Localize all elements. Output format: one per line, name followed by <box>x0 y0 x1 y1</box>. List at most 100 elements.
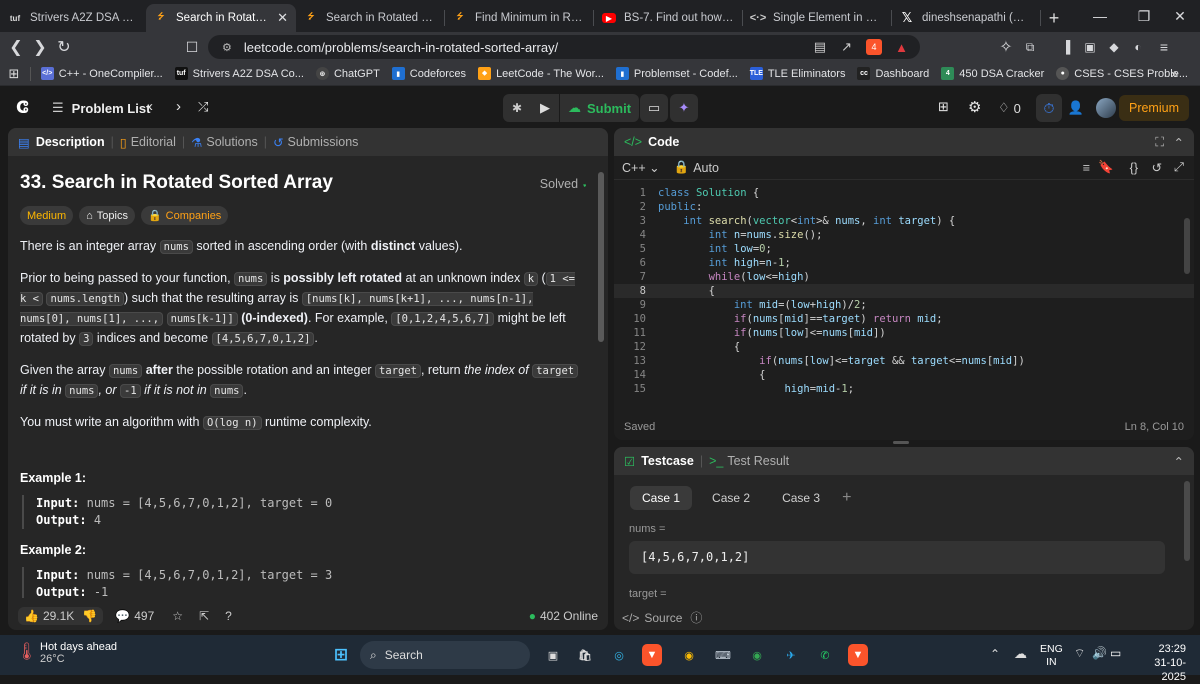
browser-tab[interactable]: ▶ BS-7. Find out how many t <box>594 4 742 32</box>
tab-editorial[interactable]: Editorial <box>131 135 176 149</box>
wallet-icon[interactable]: ▣ <box>1078 35 1102 59</box>
telegram-icon[interactable]: ✈ <box>778 643 804 667</box>
code-editor[interactable]: 1 class Solution { 2 public: 3 int search(… <box>614 180 1194 396</box>
thumbs-down-icon[interactable]: 👎 <box>82 609 97 623</box>
prev-problem-icon[interactable]: ‹ <box>148 98 153 115</box>
like-button[interactable]: 👍 29.1K 👎 <box>18 607 104 625</box>
weather-widget[interactable]: 🌡 Hot days ahead 26°C <box>16 641 117 665</box>
keyboard-icon[interactable]: ⌨ <box>710 643 736 667</box>
share-icon[interactable]: ⇱ <box>199 609 209 623</box>
comments-button[interactable]: 💬 497 <box>115 609 154 623</box>
windows-start-icon[interactable]: ⊞ <box>328 643 354 667</box>
bookmark-item[interactable]: </> C++ - OneCompiler... <box>40 67 163 80</box>
leo-icon[interactable]: ◐ <box>1126 35 1150 59</box>
bookmark-item[interactable]: TLE TLE Eliminators <box>750 67 845 80</box>
share-icon[interactable]: ↗ <box>841 39 852 55</box>
layout-icon[interactable]: ⊞ <box>938 99 949 115</box>
streak-counter[interactable]: ♢ 0 <box>998 100 1021 116</box>
case-tab[interactable]: Case 2 <box>700 486 762 510</box>
store-icon[interactable]: 🛍 <box>572 643 598 667</box>
cloud-icon[interactable]: ☁ <box>1014 646 1027 662</box>
bookmark-icon[interactable]: ☐ <box>180 35 204 59</box>
chevron-up-icon[interactable]: ⌃ <box>990 647 1000 661</box>
minimize-icon[interactable]: — <box>1078 0 1122 32</box>
bookmark-item[interactable]: ● CSES - CSES Proble... <box>1056 67 1188 80</box>
companies-chip[interactable]: 🔒 Companies <box>140 206 229 225</box>
help-icon[interactable]: ⓘ <box>690 609 702 626</box>
screenshot-icon[interactable]: ⧉ <box>1018 35 1042 59</box>
tab-submissions[interactable]: Submissions <box>288 135 359 149</box>
apps-icon[interactable]: ⊞ <box>0 66 28 82</box>
run-icon[interactable]: ▶ <box>531 100 559 116</box>
browser-tab[interactable]: ⭍ Find Minimum in Rotated <box>445 4 593 32</box>
bookmark-item[interactable]: ▮ Codeforces <box>391 67 466 80</box>
reload-icon[interactable]: ↻ <box>52 35 76 59</box>
ai-sparkle-icon[interactable]: ✦ <box>670 94 698 122</box>
submit-button[interactable]: ☁ Submit <box>559 94 639 122</box>
testcase-scrollbar[interactable] <box>1184 481 1190 561</box>
brave-icon[interactable]: ▼ <box>642 644 662 666</box>
debug-icon[interactable]: ✱ <box>503 101 531 115</box>
bookmark-item[interactable]: ⬥ LeetCode - The Wor... <box>478 67 604 80</box>
reset-icon[interactable]: ↺ <box>1152 160 1162 175</box>
taskbar-search[interactable]: ⌕ Search <box>360 641 530 669</box>
bookmark-item[interactable]: ⊛ ChatGPT <box>315 67 380 80</box>
bookmark-item[interactable]: cc Dashboard <box>857 67 929 80</box>
site-info-icon[interactable]: ⚙ <box>222 41 232 54</box>
timer-icon[interactable]: ⏱ <box>1036 94 1062 122</box>
language-indicator[interactable]: ENG IN <box>1040 643 1063 669</box>
braces-icon[interactable]: {} <box>1130 161 1138 175</box>
reader-mode-icon[interactable]: ▤ <box>814 39 826 55</box>
browser-tab-active[interactable]: ⭍ Search in Rotated Sort ✕ <box>146 4 296 32</box>
browser-tab[interactable]: ⭍ Search in Rotated Sorted / <box>296 4 444 32</box>
tab-solutions[interactable]: Solutions <box>206 135 257 149</box>
bookmark-item[interactable]: 4 450 DSA Cracker <box>941 67 1044 80</box>
url-bar[interactable]: ⚙ leetcode.com/problems/search-in-rotate… <box>208 35 920 59</box>
menu-icon[interactable]: ≡ <box>1152 35 1176 59</box>
brave-active-icon[interactable]: ▼ <box>848 644 868 666</box>
leetcode-logo-icon[interactable]: ⵛ <box>16 98 28 118</box>
browser-tab[interactable]: tuf Strivers A2Z DSA Course/S <box>0 4 146 32</box>
tab-description[interactable]: Description <box>36 135 105 149</box>
help-icon[interactable]: ? <box>225 609 232 623</box>
panel-resize-handle[interactable] <box>893 441 909 444</box>
close-window-icon[interactable]: ✕ <box>1160 0 1200 32</box>
clock[interactable]: 23:29 31-10-2025 <box>1134 642 1186 684</box>
nums-input[interactable]: [4,5,6,7,0,1,2] <box>629 541 1165 574</box>
notes-icon[interactable]: ▭ <box>640 94 668 122</box>
new-tab-button[interactable]: + <box>1041 4 1067 32</box>
scrollbar[interactable] <box>598 172 604 342</box>
more-bookmarks-icon[interactable]: » <box>1171 66 1178 81</box>
maximize-icon[interactable]: ⛶ <box>1155 135 1164 150</box>
add-user-icon[interactable]: 👤 <box>1064 94 1088 122</box>
brave-rewards-icon[interactable]: ▲ <box>895 40 908 55</box>
forward-icon[interactable]: ❯ <box>28 35 52 59</box>
vpn-icon[interactable]: ◆ <box>1102 35 1126 59</box>
problem-list-button[interactable]: ☰ Problem List <box>52 100 150 116</box>
battery-icon[interactable]: ▭ <box>1110 646 1121 660</box>
format-icon[interactable]: ≡ <box>1083 161 1090 175</box>
browser-tab[interactable]: 𝕏 dineshsenapathi (@dsena <box>892 4 1040 32</box>
case-tab[interactable]: Case 3 <box>770 486 832 510</box>
extensions-icon[interactable]: ✧ <box>994 35 1018 59</box>
language-select[interactable]: C++ ⌄ <box>622 160 660 175</box>
wifi-icon[interactable]: ⌔ <box>1074 646 1085 661</box>
back-icon[interactable]: ❮ <box>4 35 28 59</box>
tab-testcase[interactable]: Testcase <box>641 454 694 468</box>
collapse-icon[interactable]: ⌃ <box>1174 135 1184 150</box>
avatar[interactable] <box>1096 98 1116 118</box>
collapse-icon[interactable]: ⌃ <box>1174 454 1184 469</box>
volume-icon[interactable]: 🔊 <box>1092 646 1107 660</box>
star-icon[interactable]: ☆ <box>172 609 183 623</box>
edge-icon[interactable]: ◎ <box>606 643 632 667</box>
add-case-icon[interactable]: + <box>842 489 851 507</box>
whatsapp-icon[interactable]: ✆ <box>812 643 838 667</box>
case-tab[interactable]: Case 1 <box>630 486 693 510</box>
brave-shield-icon[interactable]: 4 <box>866 39 882 55</box>
bookmark-item[interactable]: tuf Strivers A2Z DSA Co... <box>174 67 304 80</box>
shuffle-icon[interactable]: ⤮ <box>198 99 208 115</box>
code-scrollbar[interactable] <box>1184 218 1190 274</box>
difficulty-badge[interactable]: Medium <box>20 206 74 225</box>
bookmark-icon[interactable]: 🔖 <box>1098 160 1114 175</box>
tab-test-result[interactable]: Test Result <box>727 454 789 468</box>
